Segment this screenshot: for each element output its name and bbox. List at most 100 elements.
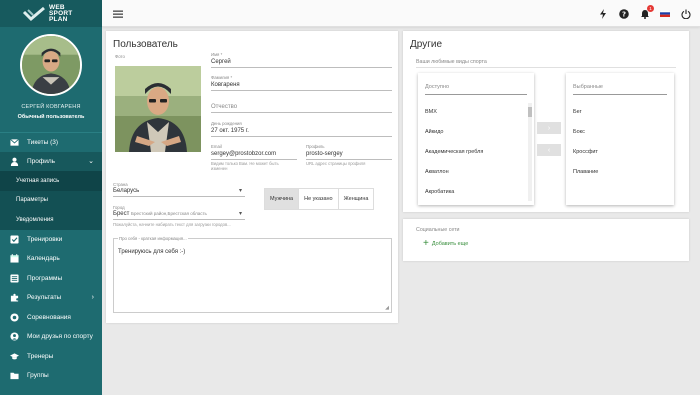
sidebar-item-competitions[interactable]: Соревнования	[0, 308, 102, 328]
sidebar-menu: Тикеты (3) Профиль ⌄ Учетная запись Пара…	[0, 132, 102, 386]
social-label: Социальные сети	[416, 227, 460, 233]
person-icon	[10, 157, 19, 166]
sidebar-item-notifications[interactable]: Уведомления	[0, 210, 102, 230]
selected-header-line	[573, 94, 667, 95]
first-name-label: Имя *	[211, 52, 223, 57]
folder-icon	[10, 371, 19, 380]
scrollbar-thumb[interactable]	[528, 107, 532, 117]
sports-label: Ваши любимые виды спорта	[416, 59, 487, 65]
sidebar-item-groups[interactable]: Группы	[0, 366, 102, 386]
sidebar-item-workouts[interactable]: Тренировки	[0, 230, 102, 250]
list-item[interactable]: Бег	[573, 109, 582, 115]
sidebar-item-label: Соревнования	[27, 313, 71, 321]
list-item[interactable]: Кроссфит	[573, 149, 598, 155]
about-textarea[interactable]: Про себя - краткая информация... Трениру…	[113, 236, 392, 313]
gender-toggle: Мужчина Не указано Женщина	[264, 188, 375, 210]
sidebar-item-label: Профиль	[27, 157, 56, 165]
country-select[interactable]: Беларусь	[113, 188, 139, 194]
notification-badge: 1	[647, 5, 654, 12]
last-name-field[interactable]: Ковгареня	[211, 82, 240, 88]
logo-check-icon	[22, 6, 46, 22]
city-underline	[113, 219, 245, 220]
user-card-title: Пользователь	[113, 39, 178, 50]
move-right-button[interactable]: ›	[537, 122, 561, 134]
list-icon	[10, 274, 19, 283]
country-dropdown-icon[interactable]: ▾	[239, 187, 242, 194]
friends-icon	[10, 332, 19, 341]
top-bar: ? 1	[102, 0, 700, 27]
profile-url-underline	[306, 159, 392, 160]
svg-text:?: ?	[621, 10, 625, 18]
email-field[interactable]: sergey@prostobzor.com	[211, 151, 276, 157]
birthday-label: День рождения	[211, 121, 242, 126]
list-item[interactable]: Акробатика	[425, 189, 454, 195]
list-item[interactable]: Айкидо	[425, 129, 444, 135]
sidebar-item-programs[interactable]: Программы	[0, 269, 102, 289]
email-label: Email	[211, 144, 222, 149]
sidebar-item-label: Тикеты (3)	[27, 138, 59, 146]
list-item[interactable]: Бокс	[573, 129, 585, 135]
sidebar-item-calendar[interactable]: Календарь	[0, 249, 102, 269]
hamburger-menu-icon[interactable]	[112, 8, 123, 19]
available-scrollbar[interactable]	[528, 103, 532, 201]
gender-unspecified-button[interactable]: Не указано	[299, 189, 339, 209]
profile-photo[interactable]	[115, 66, 201, 152]
add-social-button[interactable]: + Добавить еще	[423, 238, 469, 249]
graduation-cap-icon	[10, 352, 19, 361]
email-hint: Видим только Вам. Не может быть изменен	[211, 161, 279, 171]
country-underline	[113, 196, 245, 197]
russian-flag-icon[interactable]	[659, 8, 670, 19]
list-item[interactable]: Акватлон	[425, 169, 449, 175]
plus-icon: +	[423, 238, 429, 249]
user-name: СЕРГЕЙ КОВГАРЕНЯ	[21, 104, 81, 110]
avatar[interactable]	[20, 34, 82, 96]
first-name-field[interactable]: Сергей	[211, 59, 231, 65]
country-label: Страна	[113, 182, 128, 187]
list-item[interactable]: Плавание	[573, 169, 598, 175]
sidebar-item-label: Результаты	[27, 294, 62, 302]
available-header-line	[425, 94, 527, 95]
logo[interactable]: WEB SPORT PLAN	[0, 0, 102, 27]
patronymic-field[interactable]: Отчество	[211, 104, 237, 110]
sidebar-item-results[interactable]: Результаты ›	[0, 288, 102, 308]
city-select: Брест Брестский район,Брестская область	[113, 211, 207, 217]
sidebar-item-parameters[interactable]: Параметры	[0, 190, 102, 210]
sidebar-item-sport-friends[interactable]: Мои друзья по спорту	[0, 327, 102, 347]
list-item[interactable]: BMX	[425, 109, 437, 115]
city-value[interactable]: Брест	[113, 211, 129, 217]
sidebar-item-label: Группы	[27, 372, 49, 380]
resize-handle-icon[interactable]: ◢	[385, 305, 389, 311]
user-card: Пользователь Фото Имя * Сергей Фамилия *…	[106, 31, 398, 323]
sidebar-item-label: Уведомления	[16, 216, 54, 223]
first-name-underline	[211, 67, 392, 68]
about-label: Про себя - краткая информация...	[118, 236, 188, 241]
power-icon[interactable]	[680, 8, 691, 19]
user-role: Обычный пользователь	[17, 114, 85, 120]
profile-url-hint: URL адрес страницы профиля	[306, 161, 366, 166]
profile-url-field[interactable]: prosto-sergey	[306, 151, 343, 157]
birthday-field[interactable]: 27 окт. 1975 г.	[211, 128, 249, 134]
move-left-button[interactable]: ‹	[537, 144, 561, 156]
sports-underline	[416, 67, 676, 68]
last-name-underline	[211, 90, 392, 91]
sidebar-item-coaches[interactable]: Тренеры	[0, 347, 102, 367]
gender-male-button[interactable]: Мужчина	[265, 189, 300, 209]
sidebar-item-label: Учетная запись	[16, 177, 60, 184]
gender-female-button[interactable]: Женщина	[338, 189, 374, 209]
help-icon[interactable]: ?	[618, 8, 629, 19]
city-hint: Пожалуйста, начните набирать текст для з…	[113, 222, 231, 227]
city-region: Брестский район,Брестская область	[131, 211, 207, 216]
city-dropdown-icon[interactable]: ▾	[239, 210, 242, 217]
add-social-label: Добавить еще	[431, 241, 469, 247]
last-name-label: Фамилия *	[211, 75, 233, 80]
available-header: Доступно	[425, 84, 450, 90]
photo-label: Фото	[115, 54, 125, 59]
sidebar-item-account[interactable]: Учетная запись	[0, 171, 102, 191]
sidebar-item-tickets[interactable]: Тикеты (3)	[0, 132, 102, 152]
sidebar-item-profile[interactable]: Профиль ⌄	[0, 151, 102, 171]
list-item[interactable]: Академическая гребля	[425, 149, 483, 155]
social-card: Социальные сети + Добавить еще	[403, 219, 689, 261]
lightning-icon[interactable]	[597, 8, 608, 19]
chevron-right-icon: ›	[91, 294, 94, 302]
bell-icon[interactable]: 1	[639, 5, 654, 19]
